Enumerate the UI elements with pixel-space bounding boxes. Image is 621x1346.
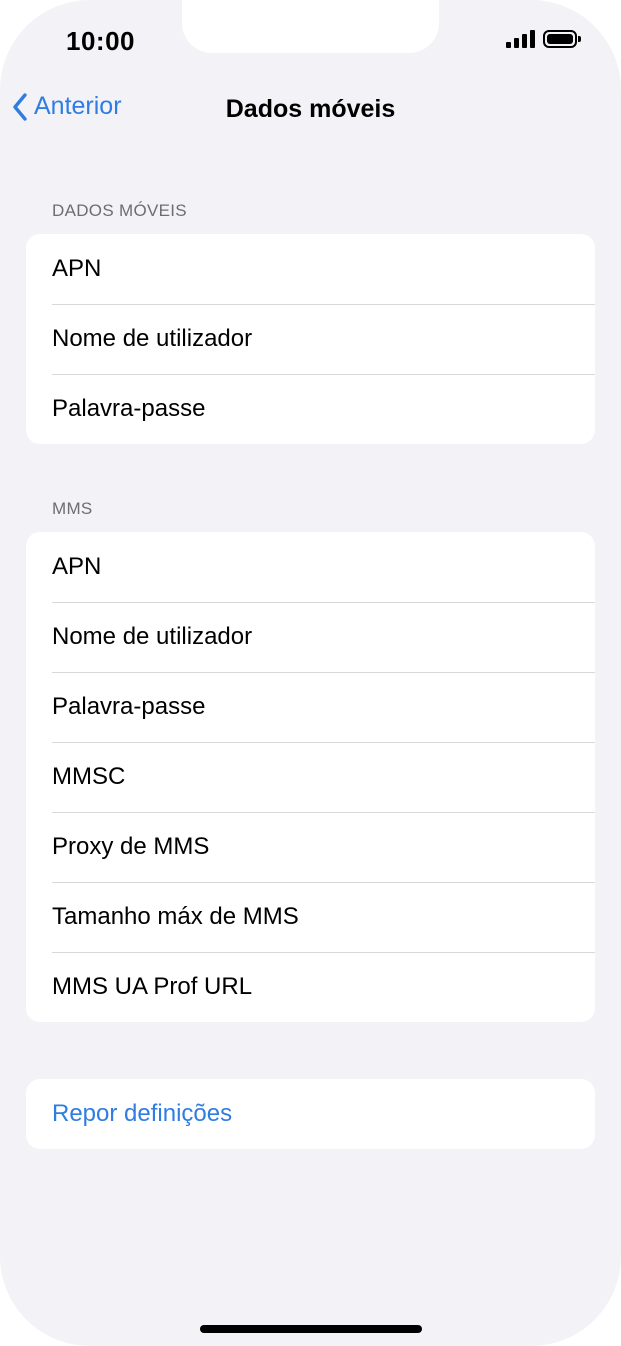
group-mms: APN Nome de utilizador Palavra-passe MMS… [26,532,595,1022]
row-mmsc[interactable]: MMSC [26,742,595,812]
row-mms-password[interactable]: Palavra-passe [26,672,595,742]
status-icons [506,30,581,48]
row-mms-username[interactable]: Nome de utilizador [26,602,595,672]
group-reset: Repor definições [26,1079,595,1149]
row-mms-ua-prof-url[interactable]: MMS UA Prof URL [26,952,595,1022]
battery-icon [543,30,581,48]
row-dados-apn[interactable]: APN [26,234,595,304]
reset-settings-button[interactable]: Repor definições [26,1079,595,1149]
section-header-mms: MMS [52,499,93,518]
row-mms-apn[interactable]: APN [26,532,595,602]
group-dados-moveis: APN Nome de utilizador Palavra-passe [26,234,595,444]
row-mms-proxy[interactable]: Proxy de MMS [26,812,595,882]
row-mms-max-size[interactable]: Tamanho máx de MMS [26,882,595,952]
page-title: Dados móveis [225,95,396,123]
phone-screen: 10:00 Anterior Dados móveis DADOS MÓVEIS… [0,0,621,1346]
notch [182,0,439,53]
home-indicator[interactable] [200,1325,422,1333]
row-dados-username[interactable]: Nome de utilizador [26,304,595,374]
row-dados-password[interactable]: Palavra-passe [26,374,595,444]
section-header-dados-moveis: DADOS MÓVEIS [52,201,187,220]
status-time: 10:00 [66,26,135,56]
cellular-signal-icon [506,30,535,48]
